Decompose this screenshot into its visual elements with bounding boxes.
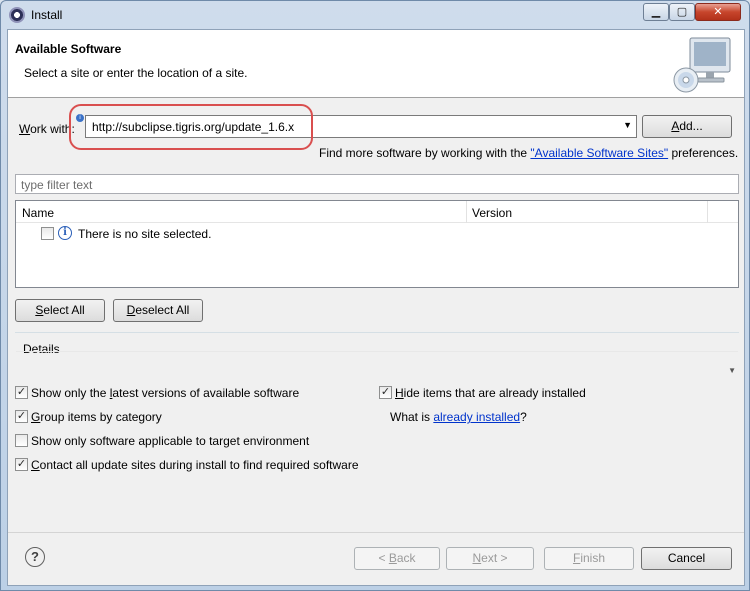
details-scroll-icon[interactable]: ▼ [728, 366, 736, 375]
page-title: Available Software [15, 42, 122, 56]
row-checkbox[interactable] [41, 227, 54, 240]
work-with-value: http://subclipse.tigris.org/update_1.6.x [92, 120, 295, 134]
column-separator[interactable] [466, 201, 467, 223]
contact-update-sites-checkbox[interactable]: ✓ [15, 458, 28, 471]
minimize-button[interactable]: ▁ [643, 3, 669, 21]
latest-versions-label: Show only the latest versions of availab… [31, 386, 300, 400]
maximize-button[interactable]: ▢ [669, 3, 695, 21]
column-version-header[interactable]: Version [472, 206, 512, 220]
window-title: Install [31, 8, 63, 22]
add-site-button[interactable]: Add... [642, 115, 732, 138]
details-text-area[interactable]: ▼ [16, 351, 738, 379]
filter-placeholder: type filter text [21, 178, 93, 192]
cancel-button[interactable]: Cancel [641, 547, 732, 570]
filter-input[interactable]: type filter text [15, 174, 739, 194]
page-subtitle: Select a site or enter the location of a… [24, 66, 248, 80]
hide-installed-checkbox[interactable]: ✓ [379, 386, 392, 399]
finish-button[interactable]: Finish [544, 547, 634, 570]
deselect-all-button[interactable]: Deselect All [113, 299, 203, 322]
footer-divider [8, 532, 744, 533]
monitor-cd-icon [673, 37, 731, 93]
target-environment-checkbox[interactable] [15, 434, 28, 447]
work-with-label: Work with: [19, 122, 75, 136]
group-by-category-label: Group items by category [31, 410, 162, 424]
target-environment-label: Show only software applicable to target … [31, 434, 310, 448]
close-button[interactable]: ✕ [695, 3, 741, 21]
already-installed-link[interactable]: already installed [433, 410, 520, 424]
work-with-combo[interactable]: http://subclipse.tigris.org/update_1.6.x… [85, 115, 637, 138]
find-more-text: Find more software by working with the "… [319, 146, 739, 160]
install-window: Install ▁ ▢ ✕ Available Software Select … [0, 0, 750, 591]
select-all-button[interactable]: Select All [15, 299, 105, 322]
back-button[interactable]: < Back [354, 547, 440, 570]
what-is-installed-text: What is already installed? [390, 410, 527, 424]
hide-installed-label: Hide items that are already installed [395, 386, 586, 400]
group-by-category-checkbox[interactable]: ✓ [15, 410, 28, 423]
info-decoration-icon: i [76, 114, 84, 122]
details-section: Details ▼ [15, 332, 739, 379]
eclipse-app-icon [9, 7, 25, 23]
column-name-header[interactable]: Name [22, 206, 54, 220]
latest-versions-checkbox[interactable]: ✓ [15, 386, 28, 399]
title-bar[interactable]: Install ▁ ▢ ✕ [1, 1, 749, 29]
dialog-client: Available Software Select a site or ente… [7, 29, 745, 586]
row-name: There is no site selected. [78, 227, 212, 241]
column-separator[interactable] [707, 201, 708, 223]
contact-update-sites-label: Contact all update sites during install … [31, 458, 359, 472]
software-table[interactable]: Name Version i There is no site selected… [15, 200, 739, 288]
help-icon[interactable]: ? [25, 547, 45, 567]
available-software-sites-link[interactable]: "Available Software Sites" [530, 146, 668, 160]
chevron-down-icon[interactable]: ▼ [623, 120, 632, 130]
info-icon: i [58, 226, 72, 240]
next-button[interactable]: Next > [446, 547, 534, 570]
wizard-header: Available Software Select a site or ente… [8, 30, 744, 98]
table-header: Name Version [16, 201, 738, 223]
